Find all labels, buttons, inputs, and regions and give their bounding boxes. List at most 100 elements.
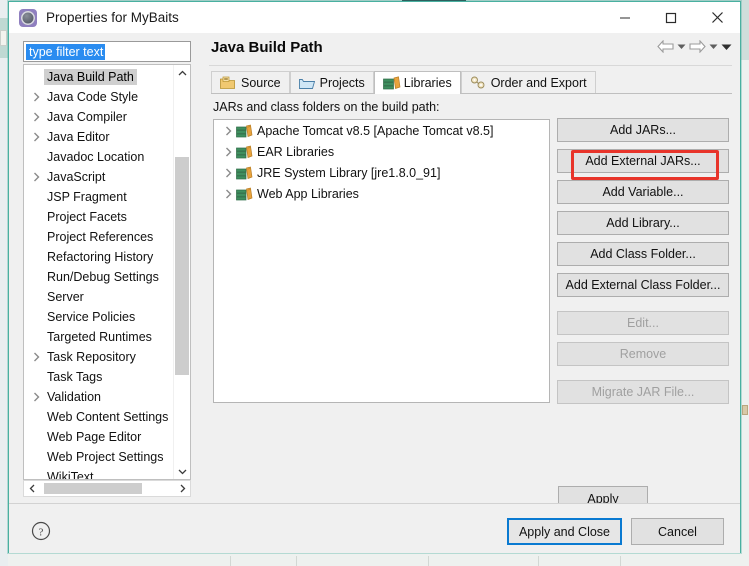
forward-menu-chevron-down-icon[interactable] [709, 43, 718, 50]
java-build-path-pane: Java Build Path Source Projects Librarie… [201, 33, 740, 511]
tab-source[interactable]: Source [211, 71, 290, 93]
apply-and-close-button[interactable]: Apply and Close [506, 518, 622, 545]
sidebar-item-refactoring-history[interactable]: Refactoring History [24, 247, 173, 267]
properties-dialog: Properties for MyBaits type filter text [8, 1, 741, 553]
sidebar-item-web-content-settings[interactable]: Web Content Settings [24, 407, 173, 427]
sidebar-item-label: Java Compiler [47, 110, 127, 124]
sidebar-item-label: Project References [47, 230, 154, 244]
library-icon [236, 166, 253, 180]
back-menu-chevron-down-icon[interactable] [677, 43, 686, 50]
library-label: Apache Tomcat v8.5 [Apache Tomcat v8.5] [257, 123, 494, 138]
footer-buttons: Apply and Close Cancel [506, 518, 724, 545]
sidebar-item-java-editor[interactable]: Java Editor [24, 127, 173, 147]
dialog-footer: ? Apply and Close Cancel [9, 503, 740, 553]
sidebar-item-java-code-style[interactable]: Java Code Style [24, 87, 173, 107]
window-controls [602, 2, 740, 33]
projects-folder-icon [298, 76, 315, 90]
jar-list[interactable]: Apache Tomcat v8.5 [Apache Tomcat v8.5] E… [213, 119, 550, 403]
chevron-right-icon[interactable] [28, 132, 44, 142]
chevron-right-icon[interactable] [28, 172, 44, 182]
settings-tree-list: Java Build Path Java Code Style Java Compi… [24, 67, 173, 479]
sidebar-item-label: Task Tags [47, 370, 103, 384]
scroll-left-icon[interactable] [24, 481, 40, 496]
chevron-right-icon[interactable] [220, 168, 236, 178]
add-class-folder-button[interactable]: Add Class Folder... [557, 242, 729, 266]
sidebar-item-targeted-runtimes[interactable]: Targeted Runtimes [24, 327, 173, 347]
chevron-right-icon[interactable] [220, 189, 236, 199]
chevron-right-icon[interactable] [28, 112, 44, 122]
sidebar-item-wikitext[interactable]: WikiText [24, 467, 173, 479]
sidebar-item-label: Run/Debug Settings [47, 270, 159, 284]
header-separator [209, 65, 732, 66]
tab-libraries[interactable]: Libraries [373, 71, 461, 94]
scroll-right-icon[interactable] [174, 481, 190, 496]
sidebar-item-task-tags[interactable]: Task Tags [24, 367, 173, 387]
chevron-right-icon[interactable] [28, 352, 44, 362]
maximize-button[interactable] [648, 2, 694, 33]
library-list-item[interactable]: Apache Tomcat v8.5 [Apache Tomcat v8.5] [214, 120, 549, 141]
tree-scroll-thumb[interactable] [175, 157, 189, 375]
sidebar-item-validation[interactable]: Validation [24, 387, 173, 407]
sidebar-item-task-repository[interactable]: Task Repository [24, 347, 173, 367]
sidebar-item-label: Web Page Editor [47, 430, 142, 444]
close-button[interactable] [694, 2, 740, 33]
sidebar-item-project-references[interactable]: Project References [24, 227, 173, 247]
sidebar-item-project-facets[interactable]: Project Facets [24, 207, 173, 227]
tab-label: Projects [319, 75, 365, 90]
add-jars-button[interactable]: Add JARs... [557, 118, 729, 142]
add-external-class-folder-button[interactable]: Add External Class Folder... [557, 273, 729, 297]
sidebar-item-service-policies[interactable]: Service Policies [24, 307, 173, 327]
sidebar-item-java-build-path[interactable]: Java Build Path [24, 67, 173, 87]
hscroll-thumb[interactable] [44, 483, 142, 494]
filter-input[interactable]: type filter text [26, 43, 106, 60]
sidebar-item-server[interactable]: Server [24, 287, 173, 307]
chevron-right-icon[interactable] [28, 92, 44, 102]
forward-arrow-icon[interactable] [689, 40, 706, 53]
sidebar-item-java-compiler[interactable]: Java Compiler [24, 107, 173, 127]
filter-input-wrapper[interactable]: type filter text [23, 41, 191, 62]
sidebar-item-label: Targeted Runtimes [47, 330, 152, 344]
sidebar-item-web-project-settings[interactable]: Web Project Settings [24, 447, 173, 467]
sidebar-item-jsp-fragment[interactable]: JSP Fragment [24, 187, 173, 207]
add-variable-button[interactable]: Add Variable... [557, 180, 729, 204]
svg-text:?: ? [39, 527, 44, 539]
sidebar-item-javadoc-location[interactable]: Javadoc Location [24, 147, 173, 167]
add-external-jars-button[interactable]: Add External JARs... [557, 149, 729, 173]
libraries-icon [382, 76, 401, 90]
chevron-right-icon[interactable] [28, 392, 44, 402]
back-arrow-icon[interactable] [657, 40, 674, 53]
sidebar-item-label: Service Policies [47, 310, 136, 324]
library-label: JRE System Library [jre1.8.0_91] [257, 165, 441, 180]
tab-projects[interactable]: Projects [289, 71, 374, 93]
cancel-button[interactable]: Cancel [631, 518, 724, 545]
library-list-item[interactable]: Web App Libraries [214, 183, 549, 204]
sidebar-item-label: JavaScript [47, 170, 106, 184]
edit-button: Edit... [557, 311, 729, 335]
tree-horizontal-scrollbar[interactable] [23, 480, 191, 497]
tree-vertical-scrollbar[interactable] [173, 65, 190, 479]
minimize-button[interactable] [602, 2, 648, 33]
library-label: Web App Libraries [257, 186, 359, 201]
scroll-down-icon[interactable] [174, 463, 190, 479]
add-library-button[interactable]: Add Library... [557, 211, 729, 235]
sidebar-item-label: Task Repository [47, 350, 136, 364]
sidebar-item-javascript[interactable]: JavaScript [24, 167, 173, 187]
hscroll-track[interactable] [40, 481, 174, 496]
sidebar-item-label: Java Code Style [47, 90, 139, 104]
chevron-right-icon[interactable] [220, 126, 236, 136]
sidebar-item-web-page-editor[interactable]: Web Page Editor [24, 427, 173, 447]
library-list-item[interactable]: JRE System Library [jre1.8.0_91] [214, 162, 549, 183]
library-icon [236, 187, 253, 201]
scroll-up-icon[interactable] [174, 65, 190, 81]
help-question-icon[interactable]: ? [31, 521, 51, 541]
library-list-item[interactable]: EAR Libraries [214, 141, 549, 162]
chevron-right-icon[interactable] [220, 147, 236, 157]
tab-order-and-export[interactable]: Order and Export [460, 71, 596, 93]
library-label: EAR Libraries [257, 144, 335, 159]
more-chevron-down-icon[interactable] [721, 43, 732, 51]
background-right-mark [742, 405, 748, 415]
properties-icon [19, 8, 37, 27]
sidebar-item-label: Project Facets [47, 210, 127, 224]
sidebar-item-run-debug-settings[interactable]: Run/Debug Settings [24, 267, 173, 287]
library-icon [236, 145, 253, 159]
